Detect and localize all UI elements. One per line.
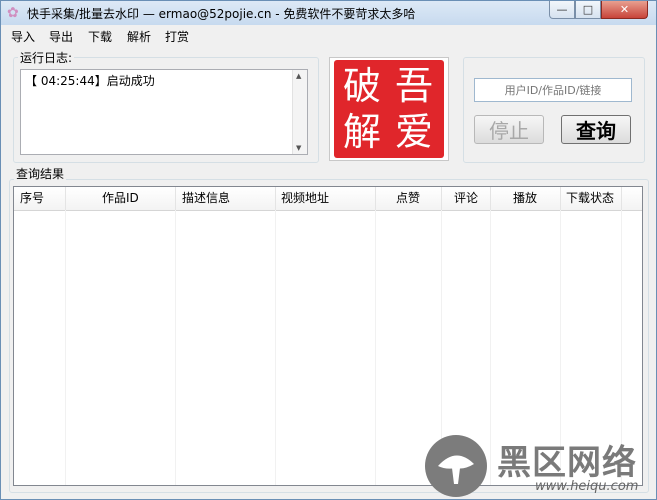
logo-frame: 吾 爱 破 解 <box>329 57 449 161</box>
col-header-plays[interactable]: 播放 <box>491 187 561 210</box>
menu-donate[interactable]: 打赏 <box>165 28 189 45</box>
scroll-down-icon[interactable]: ▼ <box>296 144 301 152</box>
mushroom-icon <box>438 455 474 484</box>
grid-line <box>275 210 276 485</box>
col-header-description[interactable]: 描述信息 <box>176 187 276 210</box>
menu-export[interactable]: 导出 <box>49 28 73 45</box>
watermark-logo <box>425 435 487 497</box>
app-window: ✿ 快手采集/批量去水印 — ermao@52pojie.cn - 免费软件不要… <box>0 0 657 500</box>
logo-char: 破 <box>342 64 381 108</box>
query-button[interactable]: 查询 <box>561 115 631 144</box>
col-header-comments[interactable]: 评论 <box>442 187 491 210</box>
close-button[interactable]: ✕ <box>601 1 648 19</box>
grid-line <box>375 210 376 485</box>
watermark-url-text: www.heiqu.com <box>535 479 639 494</box>
log-scrollbar[interactable]: ▲ ▼ <box>292 70 307 154</box>
title-bar[interactable]: ✿ 快手采集/批量去水印 — ermao@52pojie.cn - 免费软件不要… <box>1 1 656 25</box>
app-flower-icon: ✿ <box>7 5 19 21</box>
watermark: 黑区网络 www.heiqu.com <box>425 435 655 499</box>
logo-char: 爱 <box>394 110 433 154</box>
logo-char: 解 <box>342 110 381 154</box>
search-group <box>463 57 645 163</box>
log-line: 【 04:25:44】启动成功 <box>25 74 155 88</box>
col-header-likes[interactable]: 点赞 <box>376 187 442 210</box>
logo-char: 吾 <box>394 64 433 108</box>
scroll-up-icon[interactable]: ▲ <box>296 72 301 80</box>
grid-line <box>175 210 176 485</box>
window-title: 快手采集/批量去水印 — ermao@52pojie.cn - 免费软件不要苛求… <box>27 7 416 21</box>
menu-bar: 导入 导出 下载 解析 打赏 <box>1 27 656 45</box>
52pojie-seal-logo: 吾 爱 破 解 <box>334 60 444 158</box>
watermark-cn-text: 黑区网络 <box>497 443 637 483</box>
menu-parse[interactable]: 解析 <box>127 28 151 45</box>
col-header-download-status[interactable]: 下载状态 <box>561 187 622 210</box>
col-header-index[interactable]: 序号 <box>14 187 66 210</box>
search-input[interactable] <box>474 78 632 102</box>
menu-import[interactable]: 导入 <box>11 28 35 45</box>
col-header-work-id[interactable]: 作品ID <box>66 187 176 210</box>
minimize-button[interactable]: — <box>549 1 575 19</box>
maximize-button[interactable]: □ <box>575 1 601 19</box>
stop-button[interactable]: 停止 <box>474 115 544 144</box>
results-label: 查询结果 <box>14 165 67 182</box>
grid-line <box>65 210 66 485</box>
table-header: 序号 作品ID 描述信息 视频地址 点赞 评论 播放 下载状态 <box>14 187 642 211</box>
log-label: 运行日志: <box>18 49 75 66</box>
col-header-video-url[interactable]: 视频地址 <box>276 187 376 210</box>
log-textarea[interactable]: 【 04:25:44】启动成功 ▲ ▼ <box>20 69 308 155</box>
menu-download[interactable]: 下载 <box>88 28 112 45</box>
